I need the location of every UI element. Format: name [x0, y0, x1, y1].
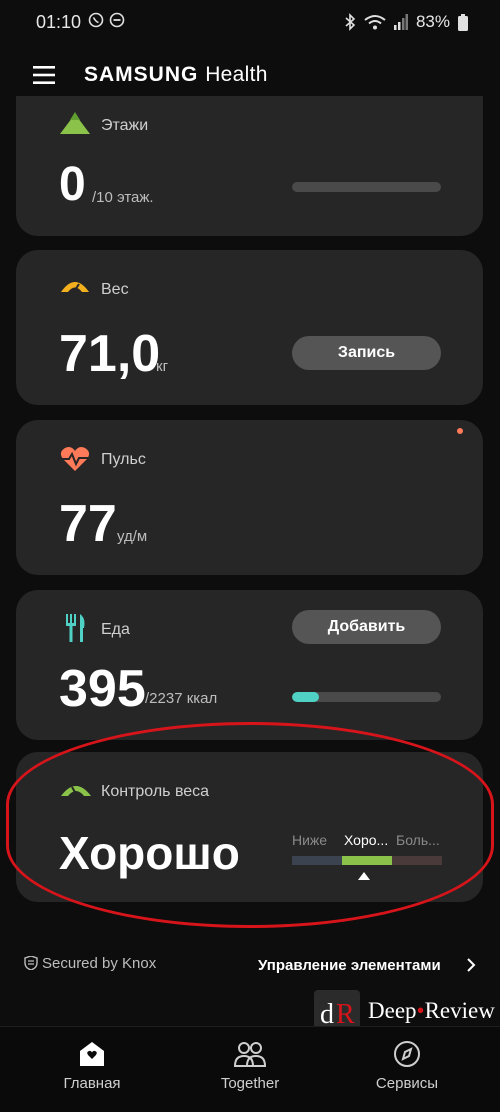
add-food-button[interactable]: Добавить [292, 610, 441, 644]
nav-services-label: Сервисы [375, 1075, 439, 1092]
knox-shield-icon [24, 956, 38, 970]
battery-icon [458, 13, 468, 31]
bluetooth-icon [345, 13, 356, 31]
app-title-brand: SAMSUNG [84, 63, 199, 86]
food-card[interactable]: Еда Добавить 395 /2237 ккал [16, 590, 483, 740]
notification-dot [457, 428, 463, 434]
food-progress-fill [292, 692, 319, 702]
battery-percent: 83% [415, 12, 450, 31]
floors-unit: /10 этаж. [92, 189, 154, 206]
status-time: 01:10 [36, 12, 82, 32]
people-icon [233, 1042, 267, 1067]
pulse-unit: уд/м [117, 528, 148, 545]
bottom-nav: Главная Together Сервисы [0, 1026, 500, 1112]
footer: Secured by Knox Управление элементами [0, 948, 500, 984]
floors-progress-bar [292, 182, 441, 192]
food-progress-bar [292, 692, 441, 702]
status-bar: 01:10 83% [0, 0, 500, 46]
manage-items-link[interactable]: Управление элементами [258, 957, 441, 974]
nav-services[interactable]: Сервисы [347, 1039, 467, 1092]
nav-home-label: Главная [63, 1075, 121, 1092]
food-label: Еда [101, 621, 130, 638]
floors-value: 0 [59, 158, 86, 211]
food-unit: /2237 ккал [145, 690, 218, 707]
floors-card[interactable]: Этажи 0 /10 этаж. [16, 96, 483, 236]
secured-by-knox: Secured by Knox [42, 955, 157, 972]
menu-icon[interactable] [33, 64, 55, 86]
stairs-icon [60, 112, 90, 134]
weight-unit: кг [156, 358, 169, 375]
scale-icon [61, 282, 89, 292]
app-title-health: Health [205, 63, 268, 86]
weight-label: Вес [101, 281, 129, 298]
chevron-right-icon[interactable] [467, 958, 476, 972]
nav-together[interactable]: Together [190, 1039, 310, 1092]
viber-icon [88, 12, 104, 28]
status-right: 83% [344, 12, 468, 32]
pulse-card[interactable]: Пульс 77 уд/м [16, 420, 483, 575]
signal-icon [393, 14, 408, 30]
watermark-text: Deep•Review [368, 998, 495, 1023]
compass-icon [394, 1041, 420, 1067]
pulse-value: 77 [59, 495, 117, 553]
heart-rate-icon [60, 447, 90, 471]
fork-knife-icon [66, 614, 85, 642]
home-icon [80, 1042, 104, 1066]
nav-together-label: Together [220, 1075, 280, 1092]
record-weight-button[interactable]: Запись [292, 336, 441, 370]
weight-value: 71,0 [59, 325, 161, 383]
weight-card[interactable]: Вес 71,0 кг Запись [16, 250, 483, 405]
food-value: 395 [59, 660, 146, 718]
nav-home[interactable]: Главная [32, 1039, 152, 1092]
pulse-label: Пульс [101, 451, 146, 468]
app-title: SAMSUNG Health [84, 63, 268, 87]
floors-label: Этажи [101, 117, 149, 134]
do-not-disturb-icon [109, 12, 125, 28]
highlight-ring [6, 722, 494, 928]
status-left-icons [88, 12, 125, 28]
wifi-icon [364, 15, 386, 30]
